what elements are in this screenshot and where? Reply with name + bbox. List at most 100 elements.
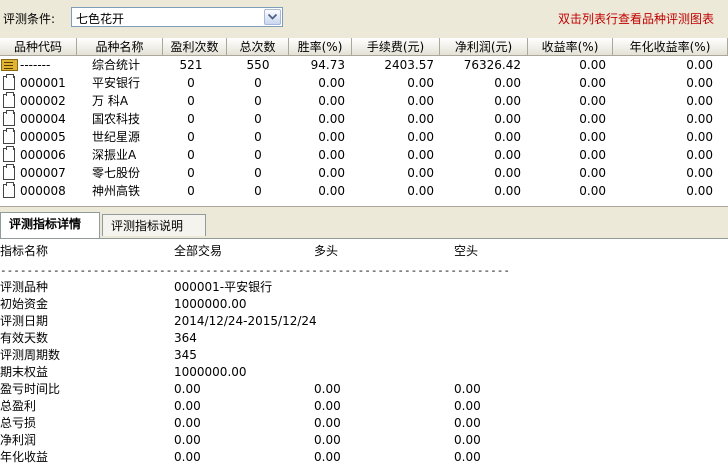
- document-icon: [3, 92, 15, 108]
- cell-total: 0: [254, 148, 262, 162]
- cell-total: 0: [254, 112, 262, 126]
- column-header-annual[interactable]: 年化收益率(%): [613, 38, 728, 56]
- detail-row: 评测周期数 345: [0, 347, 728, 364]
- detail-name: 评测日期: [0, 314, 49, 328]
- detail-header-short: 空头: [454, 244, 479, 258]
- table-row[interactable]: 000004 国农科技 0 0 0.00 0.00 0.00 0.00 0.00: [0, 110, 728, 128]
- cell-profit: 76326.42: [463, 58, 521, 72]
- cell-ret: 0.00: [579, 94, 606, 108]
- cell-code: 000008: [20, 184, 66, 198]
- document-icon: [3, 110, 15, 126]
- detail-long: 0.00: [314, 416, 341, 430]
- cell-wins: 0: [187, 148, 195, 162]
- column-header-ret[interactable]: 收益率(%): [528, 38, 613, 56]
- cell-code: -------: [20, 58, 51, 72]
- table-header: 品种代码 品种名称 盈利次数 总次数 胜率(%) 手续费(元) 净利润(元) 收益率(%) 年化…: [0, 38, 728, 56]
- cell-code: 000002: [20, 94, 66, 108]
- document-icon: [3, 128, 15, 144]
- cell-annual: 0.00: [686, 58, 713, 72]
- cell-annual: 0.00: [686, 148, 713, 162]
- cell-annual: 0.00: [686, 94, 713, 108]
- detail-long: 0.00: [314, 433, 341, 447]
- detail-all: 0.00: [174, 450, 201, 464]
- column-header-wins[interactable]: 盈利次数: [163, 38, 227, 56]
- detail-header-long: 多头: [314, 244, 339, 258]
- cell-name: 深振业A: [92, 148, 137, 162]
- cell-fee: 0.00: [407, 94, 434, 108]
- detail-short: 0.00: [454, 433, 481, 447]
- detail-name: 净利润: [0, 433, 37, 447]
- cell-name: 神州高铁: [92, 184, 141, 198]
- detail-row: 净利润 0.00 0.00 0.00: [0, 432, 728, 449]
- cell-profit: 0.00: [494, 166, 521, 180]
- cell-ret: 0.00: [579, 112, 606, 126]
- detail-short: 0.00: [454, 416, 481, 430]
- column-header-name[interactable]: 品种名称: [77, 38, 163, 56]
- results-table[interactable]: 品种代码 品种名称 盈利次数 总次数 胜率(%) 手续费(元) 净利润(元) 收益率(%) 年化…: [0, 38, 728, 206]
- detail-long: 0.00: [314, 450, 341, 464]
- document-icon: [3, 74, 15, 90]
- cell-profit: 0.00: [494, 76, 521, 90]
- cell-ret: 0.00: [579, 58, 606, 72]
- detail-long: 0.00: [314, 382, 341, 396]
- detail-all: 364: [174, 331, 197, 345]
- detail-long: 0.00: [314, 399, 341, 413]
- cell-annual: 0.00: [686, 166, 713, 180]
- cell-fee: 0.00: [407, 148, 434, 162]
- detail-all: 1000000.00: [174, 365, 247, 379]
- column-header-profit[interactable]: 净利润(元): [440, 38, 528, 56]
- detail-row: 有效天数 364: [0, 330, 728, 347]
- detail-short: 0.00: [454, 399, 481, 413]
- cell-fee: 0.00: [407, 112, 434, 126]
- cell-rate: 0.00: [318, 166, 345, 180]
- detail-name: 总盈利: [0, 399, 37, 413]
- hint-text: 双击列表行查看品种评测图表: [557, 12, 714, 26]
- detail-header-name: 指标名称: [0, 244, 49, 258]
- condition-select[interactable]: 七色花开: [71, 7, 283, 27]
- cell-code: 000006: [20, 148, 66, 162]
- cell-wins: 0: [187, 112, 195, 126]
- column-header-total[interactable]: 总次数: [227, 38, 289, 56]
- cell-profit: 0.00: [494, 94, 521, 108]
- cell-total: 0: [254, 130, 262, 144]
- cell-profit: 0.00: [494, 148, 521, 162]
- column-header-rate[interactable]: 胜率(%): [289, 38, 352, 56]
- cell-wins: 0: [187, 184, 195, 198]
- tab-indicator-details[interactable]: 评测指标详情: [0, 212, 100, 238]
- column-header-code[interactable]: 品种代码: [0, 38, 77, 56]
- cell-ret: 0.00: [579, 130, 606, 144]
- table-row[interactable]: 000008 神州高铁 0 0 0.00 0.00 0.00 0.00 0.00: [0, 182, 728, 200]
- tab-indicator-explanation[interactable]: 评测指标说明: [102, 214, 206, 236]
- chevron-down-icon[interactable]: [264, 9, 281, 25]
- table-row[interactable]: ------- 综合统计 521 550 94.73 2403.57 76326.42 0.0…: [0, 56, 728, 74]
- condition-select-value: 七色花开: [76, 12, 125, 26]
- detail-row: 总亏损 0.00 0.00 0.00: [0, 415, 728, 432]
- cell-name: 综合统计: [92, 58, 141, 72]
- cell-name: 零七股份: [92, 166, 141, 180]
- cell-ret: 0.00: [579, 148, 606, 162]
- table-row[interactable]: 000005 世纪星源 0 0 0.00 0.00 0.00 0.00 0.00: [0, 128, 728, 146]
- summary-icon: [1, 59, 18, 71]
- table-row[interactable]: 000001 平安银行 0 0 0.00 0.00 0.00 0.00 0.00: [0, 74, 728, 92]
- toolbar: 评测条件: 七色花开 双击列表行查看品种评测图表: [0, 0, 728, 36]
- cell-ret: 0.00: [579, 166, 606, 180]
- cell-ret: 0.00: [579, 184, 606, 198]
- column-header-fee[interactable]: 手续费(元): [352, 38, 440, 56]
- detail-separator: ----------------------------------------…: [0, 264, 510, 277]
- detail-all: 000001-平安银行: [174, 280, 273, 294]
- table-row[interactable]: 000002 万 科A 0 0 0.00 0.00 0.00 0.00 0.00: [0, 92, 728, 110]
- cell-total: 0: [254, 166, 262, 180]
- document-icon: [3, 182, 15, 198]
- cell-ret: 0.00: [579, 76, 606, 90]
- detail-row: 盈亏时间比 0.00 0.00 0.00: [0, 381, 728, 398]
- cell-profit: 0.00: [494, 112, 521, 126]
- table-row[interactable]: 000007 零七股份 0 0 0.00 0.00 0.00 0.00 0.00: [0, 164, 728, 182]
- tab-bar: 评测指标详情 评测指标说明: [0, 212, 728, 238]
- table-row[interactable]: 000006 深振业A 0 0 0.00 0.00 0.00 0.00 0.00: [0, 146, 728, 164]
- cell-code: 000001: [20, 76, 66, 90]
- splitter[interactable]: [0, 206, 728, 211]
- cell-rate: 0.00: [318, 130, 345, 144]
- detail-all: 0.00: [174, 382, 201, 396]
- cell-rate: 0.00: [318, 94, 345, 108]
- detail-short: 0.00: [454, 382, 481, 396]
